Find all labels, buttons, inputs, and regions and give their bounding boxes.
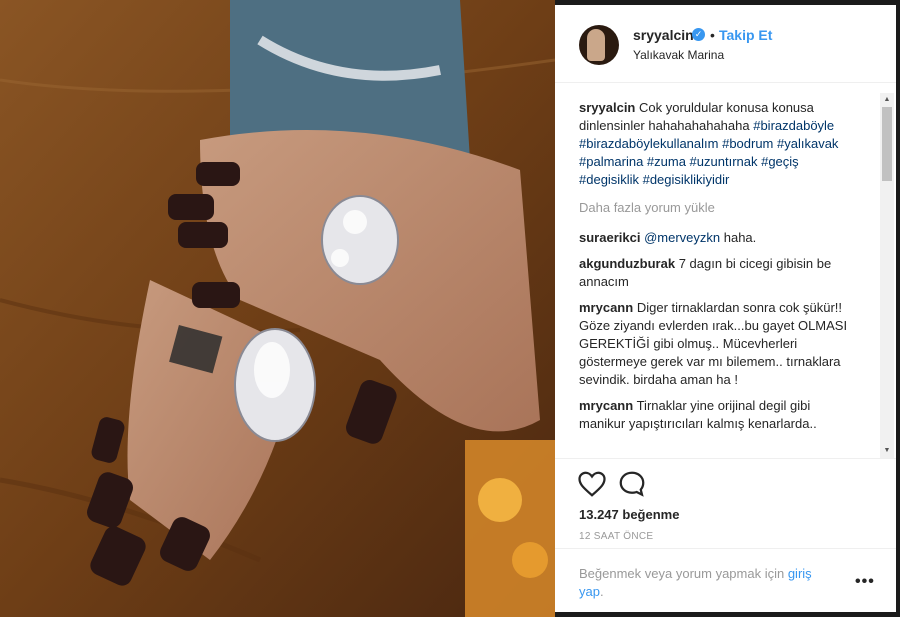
caption: sryyalcin Cok yoruldular konusa konusa d… xyxy=(579,99,857,189)
login-prompt-end: . xyxy=(599,584,604,599)
comment-text: haha. xyxy=(723,230,757,245)
login-prompt-label: Beğenmek veya yorum yapmak için xyxy=(579,566,785,581)
load-more-comments-button[interactable]: Daha fazla yorum yükle xyxy=(579,199,857,217)
login-prompt: Beğenmek veya yorum yapmak için giriş ya… xyxy=(555,548,896,613)
photo-illustration xyxy=(0,0,555,617)
post-detail-panel: sryyalcin ✓ • Takip Et Yalıkavak Marina … xyxy=(555,5,896,612)
post-header: sryyalcin ✓ • Takip Et Yalıkavak Marina xyxy=(555,5,896,83)
comment-item: akgunduzburak 7 dagın bi cicegi gibisin … xyxy=(579,255,857,291)
location-link[interactable]: Yalıkavak Marina xyxy=(633,48,724,62)
avatar[interactable] xyxy=(579,25,619,65)
comment-username[interactable]: suraerikci xyxy=(579,230,640,245)
comment-item: mrycann Tirnaklar yine orijinal degil gi… xyxy=(579,397,857,433)
comment-item: suraerikci @merveyzkn haha. xyxy=(579,229,857,247)
heart-icon[interactable] xyxy=(577,469,607,499)
comment-username[interactable]: mrycann xyxy=(579,398,633,413)
scroll-down-arrow-icon[interactable]: ▼ xyxy=(880,446,894,456)
comment-username[interactable]: mrycann xyxy=(579,300,633,315)
scrollbar-thumb[interactable] xyxy=(882,107,892,181)
login-prompt-text: Beğenmek veya yorum yapmak için giriş ya… xyxy=(579,565,839,601)
post-photo xyxy=(0,0,555,617)
post-timestamp[interactable]: 12 SAAT ÖNCE xyxy=(579,531,653,542)
follow-button[interactable]: Takip Et xyxy=(719,27,772,43)
post-actions: 13.247 beğenme 12 SAAT ÖNCE xyxy=(555,458,896,549)
separator-dot: • xyxy=(710,27,715,43)
author-username[interactable]: sryyalcin xyxy=(633,27,694,43)
like-count[interactable]: 13.247 beğenme xyxy=(579,507,679,522)
comment-username[interactable]: akgunduzburak xyxy=(579,256,675,271)
scroll-up-arrow-icon[interactable]: ▲ xyxy=(880,95,894,105)
caption-username[interactable]: sryyalcin xyxy=(579,100,635,115)
verified-badge-icon: ✓ xyxy=(692,28,705,41)
comments-section: sryyalcin Cok yoruldular konusa konusa d… xyxy=(555,83,896,458)
more-options-icon[interactable]: ••• xyxy=(855,573,875,591)
comment-icon[interactable] xyxy=(617,469,647,499)
comments-scrollbar[interactable]: ▲ ▼ xyxy=(880,93,894,458)
comment-mention[interactable]: @merveyzkn xyxy=(644,230,720,245)
comment-item: mrycann Diger tirnaklardan sonra cok şük… xyxy=(579,299,857,389)
